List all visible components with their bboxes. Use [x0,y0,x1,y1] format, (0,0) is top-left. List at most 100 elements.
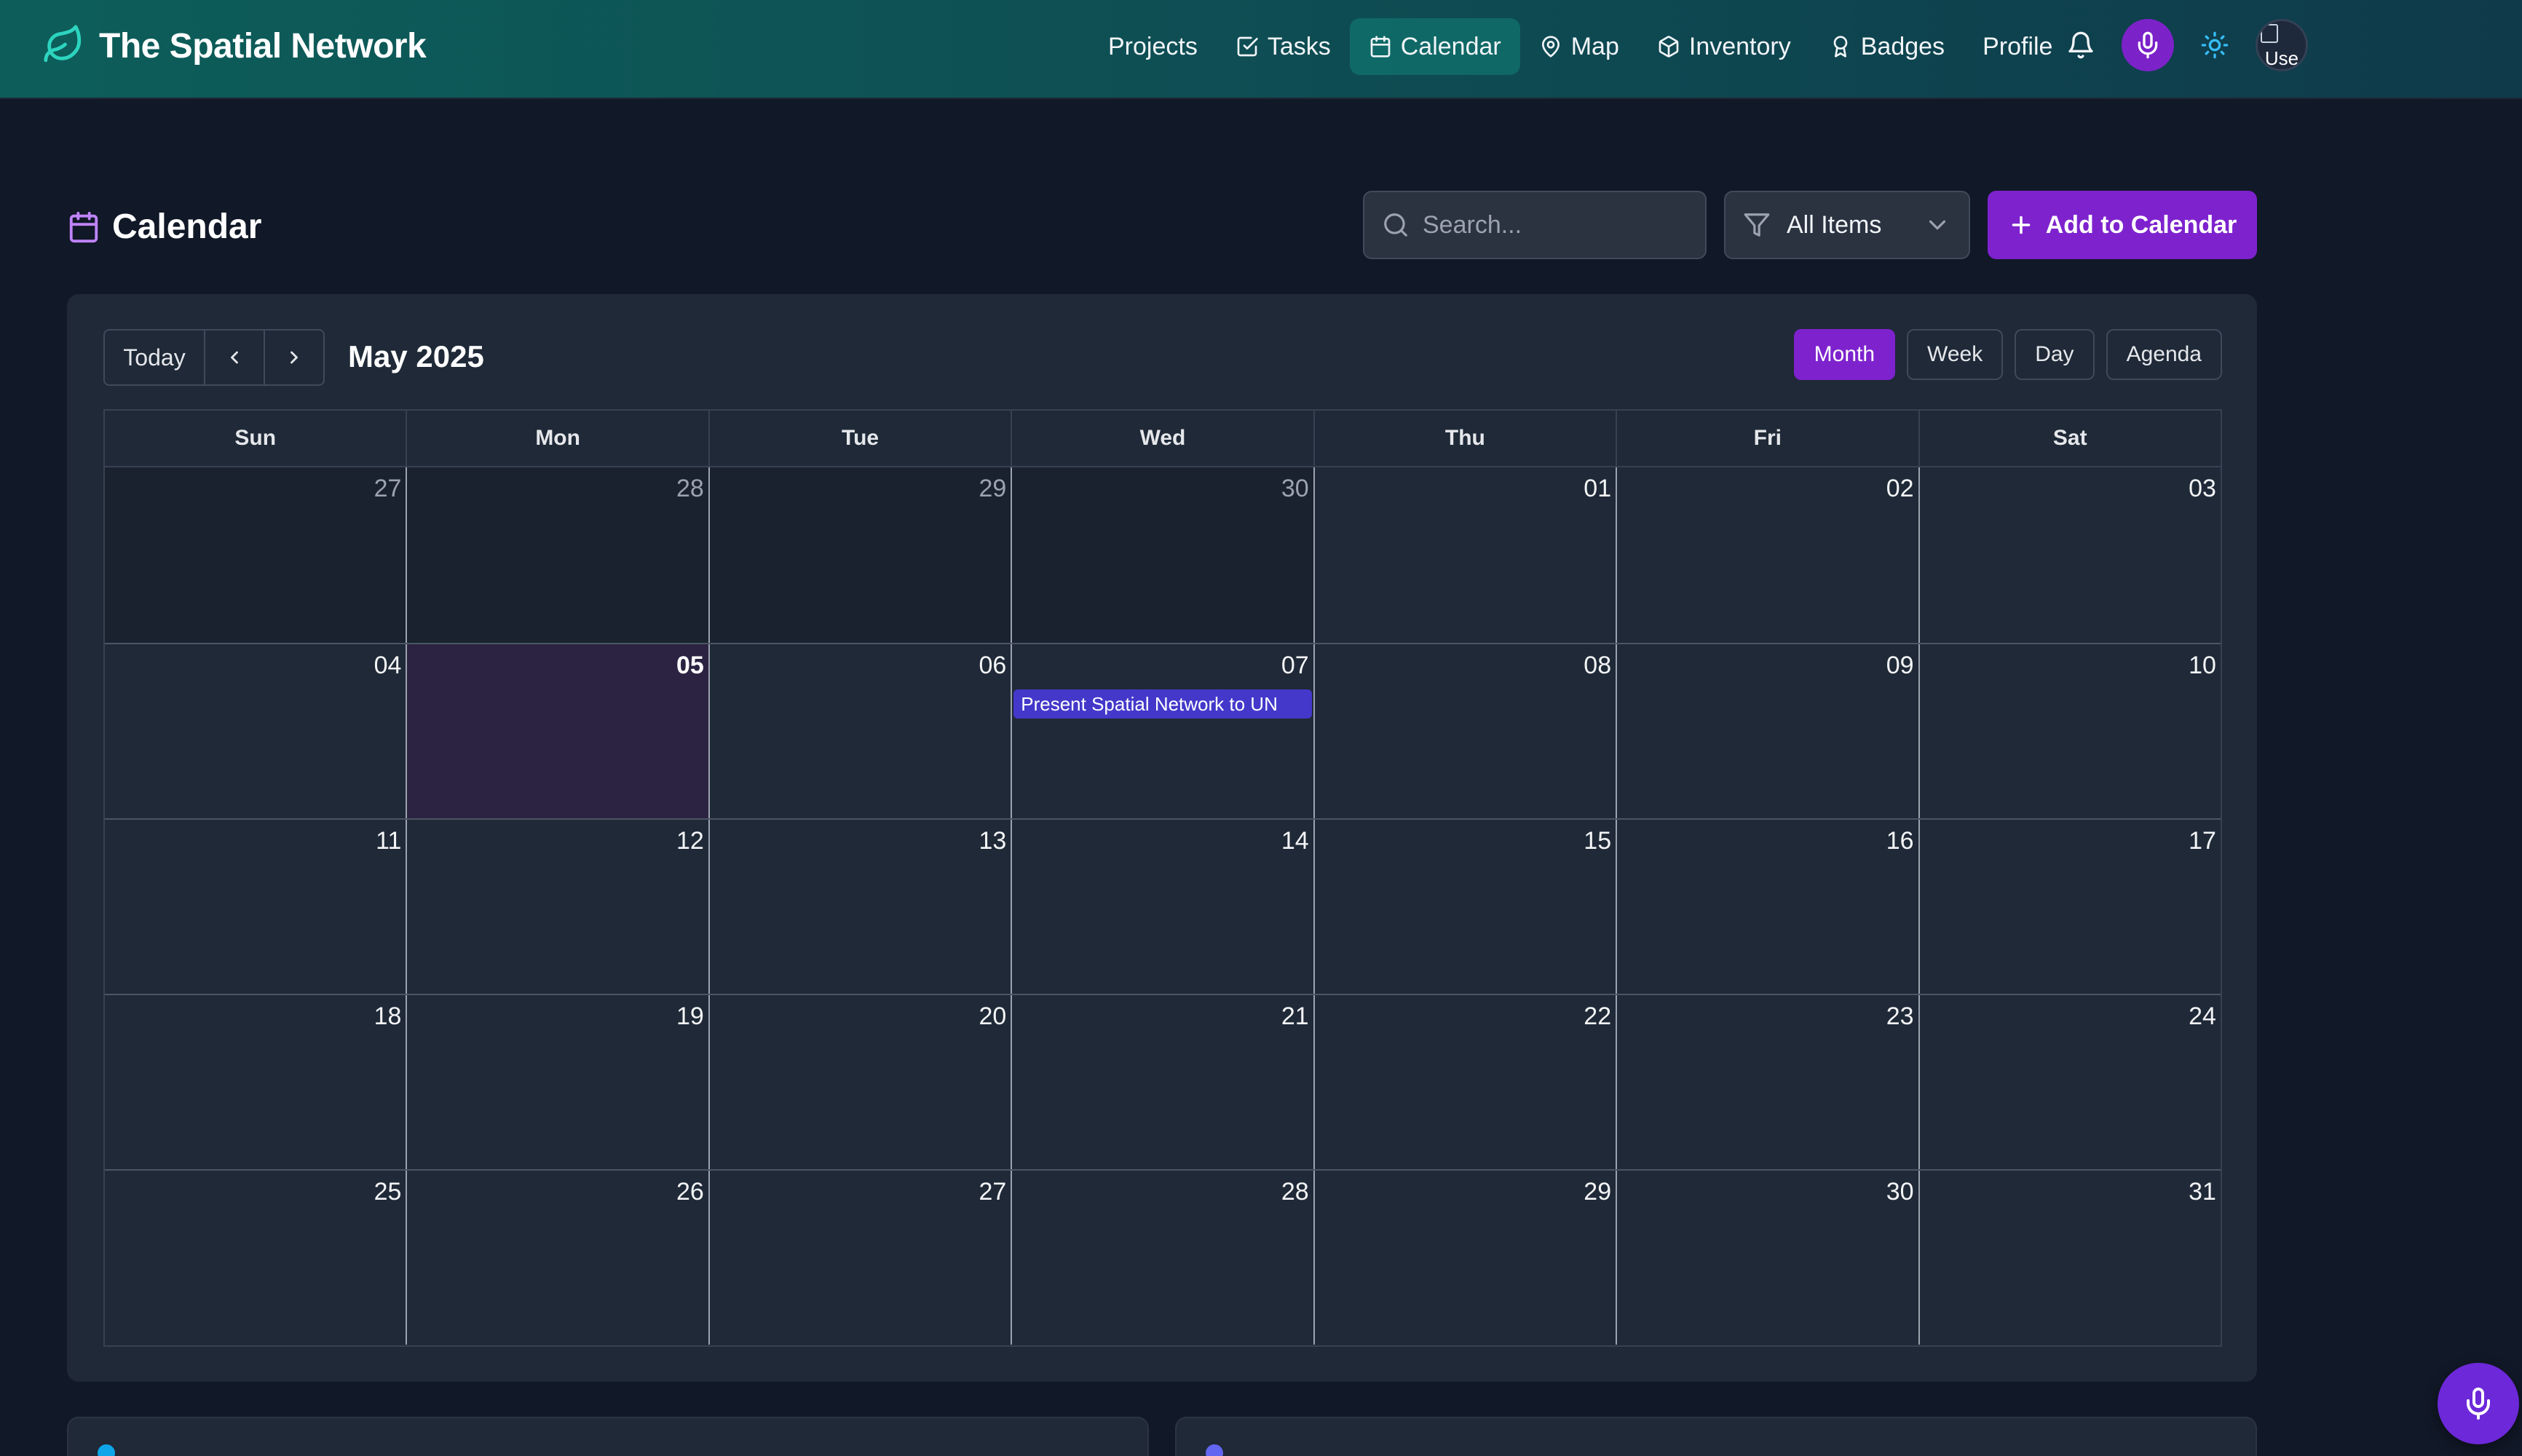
nav-calendar[interactable]: Calendar [1349,18,1520,75]
day-cell[interactable]: 12 [406,820,708,994]
day-cell[interactable]: 21 [1011,995,1313,1169]
previous-month-button[interactable] [205,329,265,386]
view-month-button[interactable]: Month [1793,329,1896,380]
add-to-calendar-label: Add to Calendar [2045,210,2237,239]
day-number[interactable]: 02 [1886,475,1914,503]
day-cell[interactable]: 30 [1616,1171,1918,1345]
search-field[interactable] [1363,191,1707,259]
floating-voice-button[interactable] [2438,1363,2519,1444]
nav-badges[interactable]: Badges [1810,18,1964,75]
weekday-mon: Mon [406,411,708,466]
day-number[interactable]: 06 [979,652,1006,680]
day-cell[interactable]: 03 [1918,467,2221,643]
microphone-icon [2138,31,2158,59]
day-cell[interactable]: 30 [1011,467,1313,643]
avatar[interactable]: Use [2256,19,2308,71]
day-number[interactable]: 28 [1281,1178,1309,1206]
day-cell[interactable]: 15 [1313,820,1616,994]
day-cell[interactable]: 07 Present Spatial Network to UN [1011,644,1313,818]
day-number[interactable]: 09 [1886,652,1914,680]
day-number[interactable]: 11 [376,827,401,855]
day-cell[interactable]: 29 [1313,1171,1616,1345]
day-cell[interactable]: 25 [105,1171,406,1345]
day-cell[interactable]: 04 [105,644,406,818]
day-cell[interactable]: 20 [708,995,1011,1169]
day-cell[interactable]: 01 [1313,467,1616,643]
day-number[interactable]: 26 [676,1178,704,1206]
day-number[interactable]: 21 [1281,1002,1309,1031]
day-number[interactable]: 10 [2189,652,2216,680]
day-number[interactable]: 03 [2189,475,2216,503]
nav-projects[interactable]: Projects [1089,18,1217,75]
day-number[interactable]: 29 [979,475,1006,503]
day-number[interactable]: 25 [374,1178,402,1206]
day-number[interactable]: 12 [676,827,704,855]
view-day-button[interactable]: Day [2015,329,2095,380]
nav-inventory[interactable]: Inventory [1638,18,1810,75]
day-cell[interactable]: 05 [406,644,708,818]
day-cell[interactable]: 18 [105,995,406,1169]
day-cell[interactable]: 13 [708,820,1011,994]
calendar-event[interactable]: Present Spatial Network to UN [1013,689,1312,719]
day-cell[interactable]: 10 [1918,644,2221,818]
day-number[interactable]: 18 [374,1002,402,1031]
day-number[interactable]: 29 [1584,1178,1611,1206]
day-cell[interactable]: 26 [406,1171,708,1345]
brand[interactable]: The Spatial Network [42,23,427,69]
day-cell[interactable]: 27 [708,1171,1011,1345]
search-input[interactable] [1423,210,1688,240]
day-cell[interactable]: 02 [1616,467,1918,643]
day-cell[interactable]: 09 [1616,644,1918,818]
day-number[interactable]: 16 [1886,827,1914,855]
day-number[interactable]: 14 [1281,827,1309,855]
view-agenda-button[interactable]: Agenda [2106,329,2222,380]
day-number[interactable]: 01 [1584,475,1611,503]
theme-toggle-button[interactable] [2189,19,2241,71]
day-cell[interactable]: 16 [1616,820,1918,994]
view-week-button[interactable]: Week [1907,329,2004,380]
day-number[interactable]: 30 [1886,1178,1914,1206]
day-number[interactable]: 13 [979,827,1006,855]
nav-tasks[interactable]: Tasks [1217,18,1350,75]
day-number[interactable]: 27 [374,475,402,503]
day-cell[interactable]: 24 [1918,995,2221,1169]
nav-map[interactable]: Map [1520,18,1638,75]
day-cell[interactable]: 28 [1011,1171,1313,1345]
day-cell[interactable]: 14 [1011,820,1313,994]
voice-button[interactable] [2122,19,2174,71]
day-number[interactable]: 24 [2189,1002,2216,1031]
day-number[interactable]: 04 [374,652,402,680]
next-month-button[interactable] [265,329,325,386]
day-number[interactable]: 22 [1584,1002,1611,1031]
bell-icon [2068,31,2093,59]
day-number[interactable]: 19 [676,1002,704,1031]
check-square-icon [1237,36,1258,57]
today-button[interactable]: Today [103,329,205,386]
day-number[interactable]: 31 [2189,1178,2216,1206]
day-cell[interactable]: 06 [708,644,1011,818]
day-number[interactable]: 05 [676,652,704,680]
day-number[interactable]: 28 [676,475,704,503]
weekday-header: Sun Mon Tue Wed Thu Fri Sat [105,411,2221,467]
day-cell[interactable]: 31 [1918,1171,2221,1345]
filter-select[interactable]: All Items [1724,191,1970,259]
day-cell[interactable]: 29 [708,467,1011,643]
day-number[interactable]: 07 [1281,652,1309,680]
day-number[interactable]: 17 [2189,827,2216,855]
add-to-calendar-button[interactable]: Add to Calendar [1988,191,2257,259]
day-number[interactable]: 20 [979,1002,1006,1031]
day-number[interactable]: 08 [1584,652,1611,680]
day-cell[interactable]: 19 [406,995,708,1169]
day-cell[interactable]: 22 [1313,995,1616,1169]
day-cell[interactable]: 17 [1918,820,2221,994]
day-cell[interactable]: 11 [105,820,406,994]
day-cell[interactable]: 28 [406,467,708,643]
day-cell[interactable]: 23 [1616,995,1918,1169]
day-number[interactable]: 23 [1886,1002,1914,1031]
day-cell[interactable]: 08 [1313,644,1616,818]
day-number[interactable]: 27 [979,1178,1006,1206]
day-number[interactable]: 15 [1584,827,1611,855]
day-number[interactable]: 30 [1281,475,1309,503]
day-cell[interactable]: 27 [105,467,406,643]
notifications-button[interactable] [2055,19,2107,71]
